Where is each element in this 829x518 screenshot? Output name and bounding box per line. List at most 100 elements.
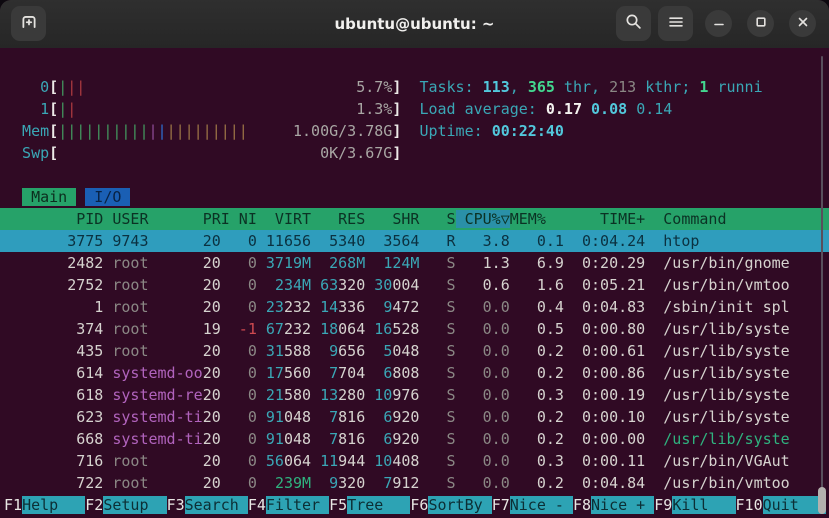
column-header-mem[interactable]: MEM%	[510, 210, 564, 228]
cell-cpu: 1.3	[455, 254, 510, 272]
cell-state: S	[419, 430, 456, 448]
process-row[interactable]: 374 root 19 -1 67232 18064 16528 S 0.0 0…	[0, 318, 829, 340]
cell-virt: 234M	[274, 276, 312, 294]
cell-command: /usr/bin/VGAut	[663, 452, 790, 470]
cpu-meter-0: 0[||| 5.7%] Tasks: 113, 365 thr, 213 kth…	[4, 78, 763, 96]
cell-res: 9656	[329, 342, 366, 360]
fkey-tree[interactable]: F5Tree	[329, 496, 411, 514]
process-row[interactable]: 618 systemd-re20 0 21580 13280 10976 S 0…	[0, 384, 829, 406]
column-header-command[interactable]: Command	[663, 210, 726, 228]
process-row[interactable]: 668 systemd-ti20 0 91048 7816 6920 S 0.0…	[0, 428, 829, 450]
cpu-meter-label: 0	[4, 78, 50, 96]
cell-virt: 56064	[265, 452, 312, 470]
cell-shr: 124M	[383, 254, 420, 272]
column-header-res[interactable]: RES	[311, 210, 365, 228]
cell-cpu: 0.0	[455, 408, 510, 426]
cell-cpu: 0.0	[455, 364, 510, 382]
swap-meter: Swp[ 0K/3.67G]	[4, 144, 402, 162]
column-header-ni[interactable]: NI	[230, 210, 257, 228]
function-key-bar[interactable]: F1Help F2Setup F3Search F4Filter F5Tree …	[0, 494, 829, 516]
fkey-help[interactable]: F1Help	[4, 496, 86, 514]
fkey-kill[interactable]: F9Kill	[654, 496, 736, 514]
process-row[interactable]: 3775 9743 20 0 11656 5340 3564 R 3.8 0.1…	[0, 230, 829, 252]
cell-pri: 20	[202, 254, 221, 272]
cell-mem: 0.3	[509, 452, 564, 470]
fkey-nice-[interactable]: F7Nice -	[492, 496, 573, 514]
process-table-header[interactable]: PID USER PRI NI VIRT RES SHR S CPU%▽MEM%…	[0, 208, 829, 230]
cell-virt: 31588	[265, 342, 312, 360]
close-button[interactable]	[789, 10, 816, 37]
process-row[interactable]: 716 root 20 0 56064 11944 10408 S 0.0 0.…	[0, 450, 829, 472]
fkey-quit[interactable]: F10Quit	[736, 496, 826, 514]
search-button[interactable]	[616, 6, 651, 41]
cell-pri: 20	[202, 408, 221, 426]
cell-shr: 10976	[374, 386, 420, 404]
menu-button[interactable]	[658, 6, 693, 41]
cell-pid: 614	[4, 364, 104, 382]
cell-time: 0:00.19	[563, 386, 646, 404]
cell-mem: 0.2	[509, 364, 564, 382]
terminal[interactable]: 0[||| 5.7%] Tasks: 113, 365 thr, 213 kth…	[0, 48, 829, 518]
new-tab-button[interactable]	[11, 6, 46, 41]
process-row[interactable]: 1 root 20 0 23232 14336 9472 S 0.0 0.4 0…	[0, 296, 829, 318]
fkey-sortby[interactable]: F6SortBy	[410, 496, 492, 514]
cell-time: 0:04.83	[563, 298, 646, 316]
column-header-shr[interactable]: SHR	[365, 210, 419, 228]
cell-ni: 0	[220, 408, 257, 426]
tab-io[interactable]: I/O	[85, 188, 131, 206]
cell-mem: 0.2	[509, 430, 564, 448]
cell-mem: 6.9	[509, 254, 564, 272]
process-row[interactable]: 2752 root 20 0 234M 63320 30004 S 0.6 1.…	[0, 274, 829, 296]
cell-shr: 3564	[383, 232, 420, 250]
cell-cpu: 0.0	[455, 320, 510, 338]
cell-user: systemd-ti	[112, 408, 203, 426]
cell-command: htop	[663, 232, 700, 250]
column-header-pid[interactable]: PID	[4, 210, 112, 228]
fkey-nice-[interactable]: F8Nice +	[573, 496, 655, 514]
cell-pid: 668	[4, 430, 104, 448]
cell-time: 0:00.10	[563, 408, 646, 426]
minimize-button[interactable]	[705, 10, 732, 37]
cell-state: S	[419, 342, 456, 360]
tab-main[interactable]: Main	[22, 188, 77, 206]
fkey-filter[interactable]: F4Filter	[248, 496, 330, 514]
column-header-time[interactable]: TIME+	[564, 210, 645, 228]
cell-res: 13280	[320, 386, 366, 404]
cell-state: S	[419, 364, 456, 382]
cell-time: 0:04.24	[563, 232, 646, 250]
process-row[interactable]: 623 systemd-ti20 0 91048 7816 6920 S 0.0…	[0, 406, 829, 428]
search-icon	[625, 13, 642, 34]
scrollbar-thumb[interactable]	[818, 487, 826, 514]
cell-cpu: 0.0	[455, 298, 510, 316]
column-header-user[interactable]: USER	[112, 210, 202, 228]
new-tab-icon	[20, 13, 38, 35]
cell-cpu: 0.0	[455, 430, 510, 448]
cell-user: systemd-oo	[112, 364, 203, 382]
cell-mem: 1.6	[509, 276, 564, 294]
cell-pri: 20	[202, 430, 221, 448]
column-header-s[interactable]: S	[419, 210, 456, 228]
fkey-search[interactable]: F3Search	[167, 496, 248, 514]
column-header-pri[interactable]: PRI	[203, 210, 230, 228]
process-row[interactable]: 435 root 20 0 31588 9656 5048 S 0.0 0.2 …	[0, 340, 829, 362]
process-row[interactable]: 614 systemd-oo20 0 17560 7704 6808 S 0.0…	[0, 362, 829, 384]
cell-time: 0:04.84	[563, 474, 646, 492]
process-row[interactable]: 2482 root 20 0 3719M 268M 124M S 1.3 6.9…	[0, 252, 829, 274]
cell-state: S	[419, 276, 456, 294]
fkey-setup[interactable]: F2Setup	[85, 496, 167, 514]
cell-shr: 9472	[383, 298, 420, 316]
scrollbar-track	[821, 56, 823, 512]
maximize-button[interactable]	[747, 10, 774, 37]
cell-command: /usr/bin/gnome	[663, 254, 790, 272]
cell-ni: 0	[220, 430, 257, 448]
titlebar: ubuntu@ubuntu: ~	[0, 0, 829, 49]
column-header-virt[interactable]: VIRT	[257, 210, 311, 228]
column-header-cpu-sorted[interactable]: CPU%▽	[455, 210, 510, 228]
cell-ni: 0	[220, 452, 257, 470]
process-row[interactable]: 722 root 20 0 239M 9320 7912 S 0.0 0.2 0…	[0, 472, 829, 494]
cell-pri: 20	[202, 232, 221, 250]
cell-state: S	[419, 254, 456, 272]
cell-ni: -1	[220, 320, 257, 338]
cell-pri: 20	[202, 386, 221, 404]
cell-virt: 17560	[265, 364, 312, 382]
